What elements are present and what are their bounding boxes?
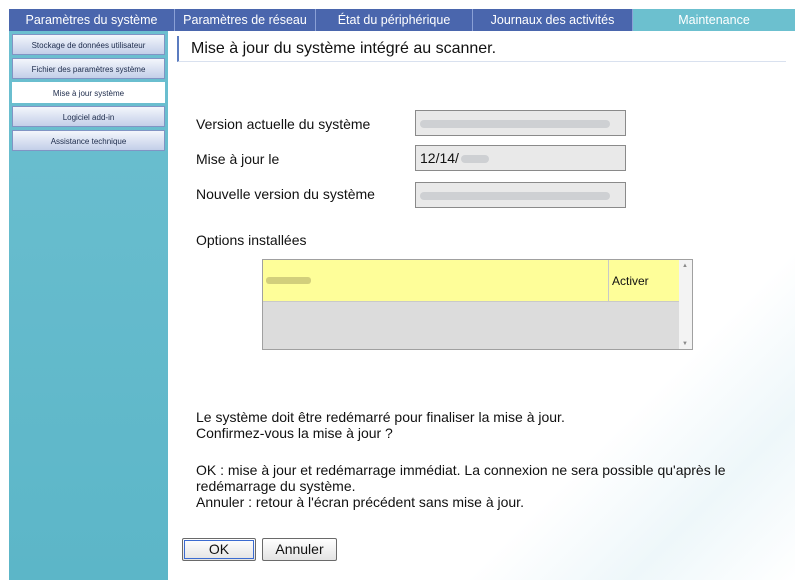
- sidebar-item-system-settings-file[interactable]: Fichier des paramètres système: [12, 58, 165, 79]
- ok-button[interactable]: OK: [182, 538, 256, 561]
- current-version-field: [415, 110, 626, 136]
- sidebar-item-add-in-software[interactable]: Logiciel add-in: [12, 106, 165, 127]
- options-scrollbar[interactable]: ▲ ▼: [679, 260, 692, 349]
- restart-notice-line: Le système doit être redémarré pour fina…: [196, 409, 565, 425]
- confirm-question: Confirmez-vous la mise à jour ?: [196, 425, 393, 441]
- restart-notice: Le système doit être redémarré pour fina…: [196, 409, 565, 441]
- sidebar-item-system-update[interactable]: Mise à jour système: [12, 82, 165, 103]
- tab-network-settings[interactable]: Paramètres de réseau: [175, 9, 316, 31]
- installed-options-label: Options installées: [196, 232, 307, 248]
- sidebar-item-technical-support[interactable]: Assistance technique: [12, 130, 165, 151]
- update-date-value: 12/14/: [420, 150, 459, 166]
- redacted-value: [460, 155, 489, 164]
- cancel-button[interactable]: Annuler: [262, 538, 337, 561]
- tab-system-settings[interactable]: Paramètres du système: [9, 9, 175, 31]
- tab-maintenance[interactable]: Maintenance: [633, 9, 795, 31]
- cancel-info-line: Annuler : retour à l'écran précédent san…: [196, 494, 524, 510]
- update-date-field: 12/14/: [415, 145, 626, 171]
- option-status: Activer: [612, 274, 649, 288]
- sidebar-item-user-data-storage[interactable]: Stockage de données utilisateur: [12, 34, 165, 55]
- main-panel: Mise à jour du système intégré au scanne…: [168, 31, 795, 580]
- action-info: OK : mise à jour et redémarrage immédiat…: [196, 462, 726, 510]
- ok-info-line-continued: redémarrage du système.: [196, 478, 356, 494]
- option-name-redacted: [266, 277, 311, 284]
- column-divider: [608, 260, 609, 301]
- top-navigation: Paramètres du système Paramètres de rése…: [9, 9, 795, 31]
- tab-activity-logs[interactable]: Journaux des activités: [473, 9, 633, 31]
- ok-info-line: OK : mise à jour et redémarrage immédiat…: [196, 462, 726, 478]
- page-title: Mise à jour du système intégré au scanne…: [191, 40, 497, 57]
- redacted-value: [420, 192, 610, 201]
- update-date-label: Mise à jour le: [196, 151, 280, 167]
- scroll-down-icon[interactable]: ▼: [682, 341, 688, 347]
- redacted-value: [420, 120, 610, 129]
- sidebar: Stockage de données utilisateur Fichier …: [9, 31, 168, 580]
- page-title-bar: Mise à jour du système intégré au scanne…: [177, 36, 786, 62]
- current-version-label: Version actuelle du système: [196, 116, 371, 132]
- new-version-label: Nouvelle version du système: [196, 186, 375, 202]
- tab-device-status[interactable]: État du périphérique: [316, 9, 473, 31]
- option-row[interactable]: Activer: [263, 260, 680, 302]
- installed-options-table[interactable]: Activer ▲ ▼: [262, 259, 693, 350]
- scroll-up-icon[interactable]: ▲: [682, 263, 688, 269]
- new-version-field: [415, 182, 626, 208]
